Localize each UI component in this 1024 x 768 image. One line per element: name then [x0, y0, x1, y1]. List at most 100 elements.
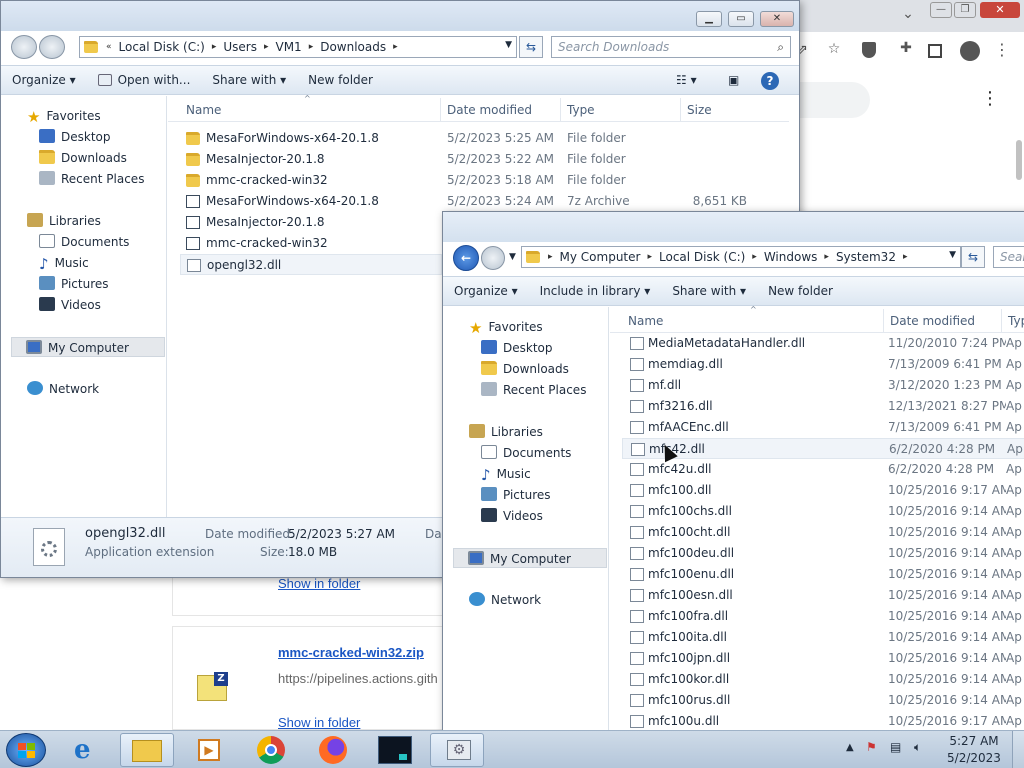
file-row[interactable]: memdiag.dll 7/13/2009 6:41 PM Ap [622, 354, 1024, 375]
column-size[interactable]: Size [681, 98, 761, 122]
nav-libraries[interactable]: Libraries [469, 422, 543, 442]
file-row[interactable]: mfc100kor.dll 10/25/2016 9:14 AM Ap [622, 669, 1024, 690]
breadcrumb-item[interactable]: Local Disk (C:) [114, 40, 210, 54]
breadcrumb-item[interactable]: VM1 [270, 40, 306, 54]
forward-button[interactable] [39, 35, 65, 59]
file-row[interactable]: mfc42u.dll 6/2/2020 4:28 PM Ap [622, 459, 1024, 480]
show-desktop-button[interactable] [1012, 731, 1024, 768]
file-row[interactable]: mfc42.dll 6/2/2020 4:28 PM Ap [622, 438, 1024, 459]
nav-recent-places[interactable]: Recent Places [481, 380, 586, 400]
explorer-taskbar-button[interactable] [120, 733, 174, 767]
organize-button[interactable]: Organize ▾ [1, 73, 87, 87]
nav-pictures[interactable]: Pictures [39, 274, 109, 294]
tab-search-icon[interactable]: ⌄ [896, 6, 920, 22]
file-row[interactable]: MesaForWindows-x64-20.1.8 5/2/2023 5:24 A… [180, 191, 780, 212]
file-row[interactable]: mfc100u.dll 10/25/2016 9:17 AM Ap [622, 711, 1024, 732]
chevron-down-icon[interactable]: ▼ [505, 40, 512, 50]
settings-taskbar-button[interactable]: ⚙ [430, 733, 484, 767]
file-row[interactable]: mmc-cracked-win32 5/2/2023 5:18 AM File fo… [180, 170, 780, 191]
file-row[interactable]: mfc100esn.dll 10/25/2016 9:14 AM Ap [622, 585, 1024, 606]
open-with-button[interactable]: Open with... [87, 73, 202, 87]
breadcrumb-item[interactable]: Downloads [315, 40, 391, 54]
nav-documents[interactable]: Documents [481, 443, 571, 463]
search-input[interactable]: Sear [993, 246, 1024, 268]
extensions-puzzle-icon[interactable]: ✚ [894, 40, 918, 56]
file-row[interactable]: mfc100chs.dll 10/25/2016 9:14 AM Ap [622, 501, 1024, 522]
include-in-library-button[interactable]: Include in library ▾ [529, 284, 662, 298]
view-options-icon[interactable]: ☷ ▾ [665, 73, 708, 87]
profile-avatar-icon[interactable] [960, 41, 980, 61]
column-name[interactable]: Name [622, 309, 884, 333]
refresh-icon[interactable]: ⇆ [519, 36, 543, 58]
close-button[interactable]: ✕ [760, 11, 794, 27]
file-row[interactable]: mfc100fra.dll 10/25/2016 9:14 AM Ap [622, 606, 1024, 627]
file-row[interactable]: mf3216.dll 12/13/2021 8:27 PM Ap [622, 396, 1024, 417]
maximize-button[interactable]: ▭ [728, 11, 754, 27]
clock-time[interactable]: 5:27 AM [944, 734, 1004, 748]
preview-pane-icon[interactable]: ▣ [717, 73, 750, 87]
file-row[interactable]: mfc100ita.dll 10/25/2016 9:14 AM Ap [622, 627, 1024, 648]
nav-my-computer[interactable]: My Computer [453, 548, 607, 568]
organize-button[interactable]: Organize ▾ [443, 284, 529, 298]
network-tray-icon[interactable]: ▤ [890, 740, 901, 754]
side-panel-icon[interactable] [928, 44, 942, 58]
nav-network[interactable]: Network [27, 379, 99, 399]
extension-shield-icon[interactable] [862, 42, 876, 58]
breadcrumb-item[interactable]: System32 [831, 250, 901, 264]
file-row[interactable]: MesaForWindows-x64-20.1.8 5/2/2023 5:25 A… [180, 128, 780, 149]
bookmark-star-icon[interactable]: ☆ [822, 41, 846, 57]
nav-desktop[interactable]: Desktop [39, 127, 111, 147]
file-row[interactable]: mfc100enu.dll 10/25/2016 9:14 AM Ap [622, 564, 1024, 585]
nav-documents[interactable]: Documents [39, 232, 129, 252]
chrome-taskbar-button[interactable] [244, 733, 298, 767]
show-hidden-icons-chevron[interactable]: ▲ [846, 742, 854, 753]
action-center-flag-icon[interactable]: ⚑ [866, 740, 877, 754]
recent-pages-chevron-icon[interactable]: ▼ [509, 252, 516, 262]
share-with-button[interactable]: Share with ▾ [201, 73, 297, 87]
nav-favorites[interactable]: ★ Favorites [27, 106, 101, 126]
column-type[interactable]: Type [561, 98, 681, 122]
file-row[interactable]: MediaMetadataHandler.dll 11/20/2010 7:24 … [622, 333, 1024, 354]
media-taskbar-button[interactable]: ▶ [182, 733, 236, 767]
start-button[interactable] [6, 733, 46, 767]
column-type[interactable]: Typ [1002, 309, 1024, 333]
file-row[interactable]: mfc100cht.dll 10/25/2016 9:14 AM Ap [622, 522, 1024, 543]
firefox-taskbar-button[interactable] [306, 733, 360, 767]
nav-favorites[interactable]: ★ Favorites [469, 317, 543, 337]
column-name[interactable]: Name [180, 98, 441, 122]
show-in-folder-link-2[interactable]: Show in folder [278, 715, 360, 730]
new-folder-button[interactable]: New folder [297, 73, 384, 87]
new-folder-button[interactable]: New folder [757, 284, 844, 298]
nav-music[interactable]: ♪ Music [481, 464, 531, 484]
refresh-icon[interactable]: ⇆ [961, 246, 985, 268]
share-with-button[interactable]: Share with ▾ [661, 284, 757, 298]
nav-desktop[interactable]: Desktop [481, 338, 553, 358]
nav-videos[interactable]: Videos [481, 506, 543, 526]
file-row[interactable]: mfc100rus.dll 10/25/2016 9:14 AM Ap [622, 690, 1024, 711]
restore-icon[interactable]: ❐ [954, 2, 976, 18]
nav-music[interactable]: ♪ Music [39, 253, 89, 273]
download-filename-link[interactable]: mmc-cracked-win32.zip [278, 645, 424, 660]
breadcrumb-item[interactable]: Users [218, 40, 262, 54]
help-icon[interactable]: ? [761, 72, 779, 90]
file-row[interactable]: MesaInjector-20.1.8 5/2/2023 5:22 AM File … [180, 149, 780, 170]
nav-my-computer[interactable]: My Computer [11, 337, 165, 357]
back-button[interactable] [11, 35, 37, 59]
nav-pictures[interactable]: Pictures [481, 485, 551, 505]
address-bar[interactable]: ▸ My Computer ▸ Local Disk (C:) ▸ Windows ▸… [521, 246, 961, 268]
column-date-modified[interactable]: Date modified [441, 98, 561, 122]
breadcrumb-item[interactable]: Local Disk (C:) [654, 250, 750, 264]
show-in-folder-link[interactable]: Show in folder [278, 576, 360, 591]
search-input[interactable]: Search Downloads ⌕ [551, 36, 791, 58]
nav-recent-places[interactable]: Recent Places [39, 169, 144, 189]
downloads-more-icon[interactable]: ⋮ [978, 88, 1002, 109]
file-row[interactable]: mfAACEnc.dll 7/13/2009 6:41 PM Ap [622, 417, 1024, 438]
breadcrumb-item[interactable]: My Computer [555, 250, 646, 264]
file-row[interactable]: mfc100deu.dll 10/25/2016 9:14 AM Ap [622, 543, 1024, 564]
nav-libraries[interactable]: Libraries [27, 211, 101, 231]
address-bar[interactable]: « Local Disk (C:) ▸ Users ▸ VM1 ▸ Downloads… [79, 36, 517, 58]
chevron-down-icon[interactable]: ▼ [949, 250, 956, 260]
nav-videos[interactable]: Videos [39, 295, 101, 315]
minimize-icon[interactable]: — [930, 2, 952, 18]
nav-downloads[interactable]: Downloads [39, 148, 127, 168]
